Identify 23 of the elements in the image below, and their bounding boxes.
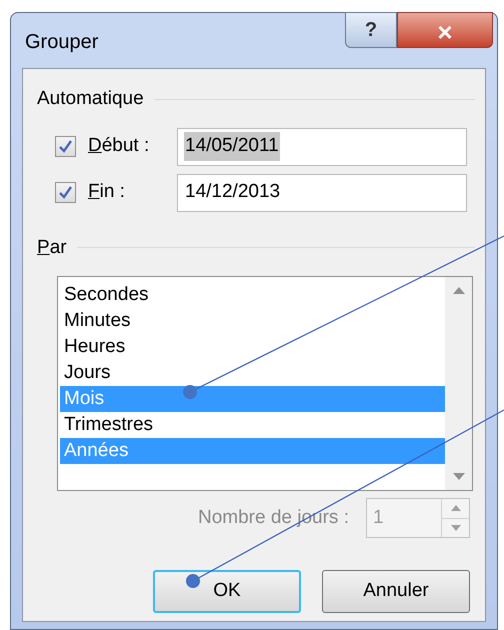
list-item[interactable]: Secondes	[60, 282, 445, 308]
dialog-button[interactable]: OK	[153, 570, 301, 613]
date-field[interactable]: 14/12/2013	[177, 174, 467, 212]
group-title: Par	[37, 236, 67, 260]
list-item[interactable]: Minutes	[60, 308, 445, 334]
checkbox[interactable]	[55, 182, 76, 203]
spin-up-icon[interactable]	[450, 505, 460, 512]
help-button[interactable]: ?	[345, 12, 397, 48]
scrollbar[interactable]	[445, 277, 472, 490]
list-item[interactable]: Jours	[60, 360, 445, 386]
checkbox-label: Fin :	[88, 180, 126, 204]
scroll-up-icon[interactable]	[452, 287, 464, 294]
date-field[interactable]: 14/05/2011	[177, 128, 467, 166]
checkbox-label: Début :	[88, 134, 150, 158]
group-title: Automatique	[37, 87, 144, 111]
list-box[interactable]: Secondes Minutes Heures Jours Mois Trimestres Années	[57, 276, 473, 491]
list-item[interactable]: Trimestres	[60, 412, 445, 438]
scroll-down-icon[interactable]	[452, 473, 464, 480]
checkbox[interactable]	[55, 136, 76, 157]
dialog-button[interactable]: Annuler	[322, 570, 470, 613]
spin-down-icon[interactable]	[450, 524, 460, 531]
window-title: Grouper	[25, 30, 98, 55]
list-item[interactable]: Heures	[60, 334, 445, 360]
